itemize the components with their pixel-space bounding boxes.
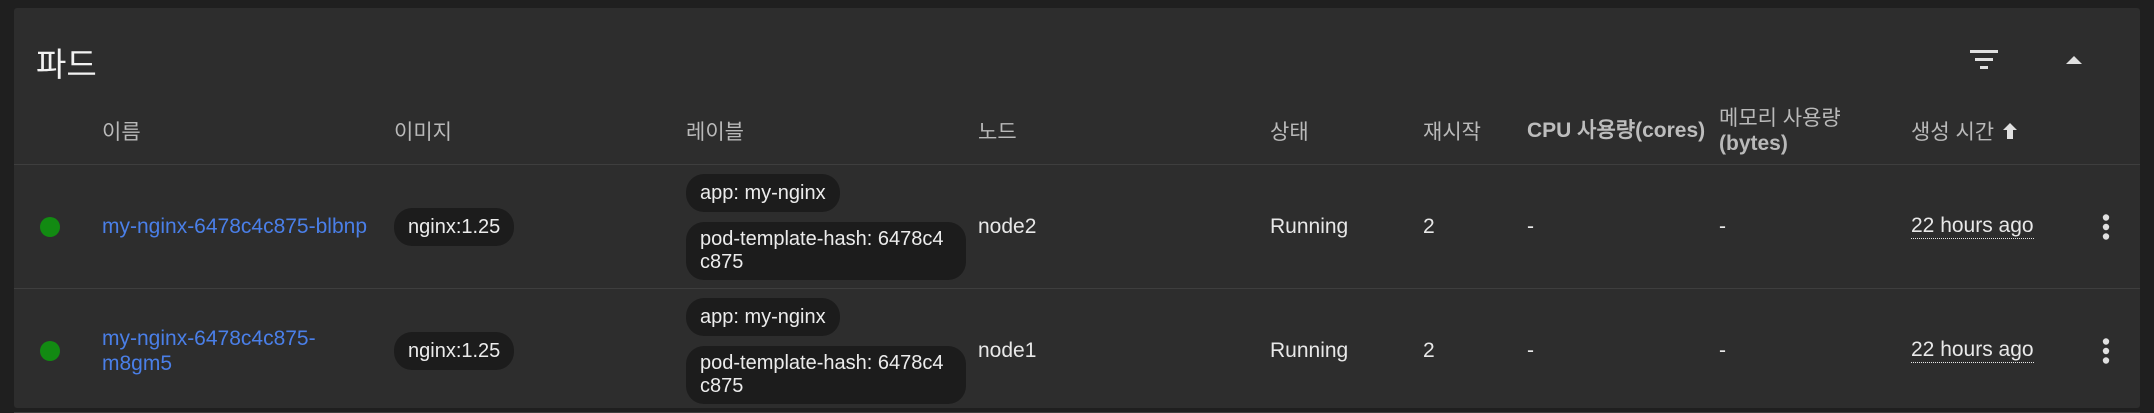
label-chip: pod-template-hash: 6478c4c875 [686,221,966,280]
row-actions-button[interactable] [2086,289,2126,412]
column-header-memory[interactable]: 메모리 사용량 (bytes) [1719,98,1841,164]
collapse-button[interactable] [2046,32,2102,88]
column-header-restarts[interactable]: 재시작 [1423,98,1481,164]
card-header: 파드 [14,8,2140,98]
restarts-cell: 2 [1423,338,1435,362]
pod-name-cell: my-nginx-6478c4c875-m8gm5 [102,289,347,412]
sort-ascending-icon [2002,122,2018,140]
memory-cell: - [1719,338,1726,362]
created-cell: 22 hours ago [1911,289,2034,412]
labels-cell: app: my-nginx pod-template-hash: 6478c4c… [686,165,966,288]
status-cell: Running [1270,338,1349,362]
label-chip: app: my-nginx [686,297,840,336]
column-header-memory-unit: (bytes) [1719,132,1788,155]
filter-button[interactable] [1956,32,2012,88]
image-cell: nginx:1.25 [394,289,515,412]
table-header: 이름 이미지 레이블 노드 상태 재시작 CPU 사용량(cores) 메모리 … [14,98,2140,165]
column-header-status[interactable]: 상태 [1270,98,1309,164]
column-header-image[interactable]: 이미지 [394,98,452,164]
image-chip: nginx:1.25 [394,331,515,370]
status-cell: Running [1270,214,1349,238]
column-header-created[interactable]: 생성 시간 [1911,98,2018,164]
column-header-cpu[interactable]: CPU 사용량(cores) [1527,98,1705,164]
pods-table: 이름 이미지 레이블 노드 상태 재시작 CPU 사용량(cores) 메모리 … [14,98,2140,413]
created-age[interactable]: 22 hours ago [1911,338,2034,363]
status-dot-icon [40,340,60,361]
more-vert-icon [2102,337,2110,364]
filter-icon [1970,50,1998,69]
label-chip: pod-template-hash: 6478c4c875 [686,345,966,404]
cpu-cell: - [1527,338,1534,362]
table-row: my-nginx-6478c4c875-blbnp nginx:1.25 app… [14,165,2140,289]
column-header-memory-label: 메모리 사용량 [1719,107,1841,130]
node-cell: node2 [978,214,1037,238]
status-indicator [40,289,60,412]
pod-name-link[interactable]: my-nginx-6478c4c875-blbnp [102,214,367,239]
cpu-cell: - [1527,214,1534,238]
image-cell: nginx:1.25 [394,165,515,288]
card-title: 파드 [36,46,97,83]
column-header-created-label: 생성 시간 [1911,121,1995,144]
status-dot-icon [40,216,60,237]
column-header-labels[interactable]: 레이블 [686,98,744,164]
column-header-node[interactable]: 노드 [978,98,1017,164]
memory-cell: - [1719,214,1726,238]
pod-name-cell: my-nginx-6478c4c875-blbnp [102,165,367,288]
collapse-up-icon [2066,56,2082,64]
labels-cell: app: my-nginx pod-template-hash: 6478c4c… [686,289,966,412]
pods-card: 파드 이름 이미지 레이블 노드 상태 재시작 CPU 사용량(cores) 메… [14,8,2140,413]
column-header-name[interactable]: 이름 [102,98,141,164]
pod-name-link[interactable]: my-nginx-6478c4c875-m8gm5 [102,326,327,376]
created-cell: 22 hours ago [1911,165,2034,288]
node-cell: node1 [978,338,1037,362]
status-indicator [40,165,60,288]
created-age[interactable]: 22 hours ago [1911,214,2034,239]
table-row: my-nginx-6478c4c875-m8gm5 nginx:1.25 app… [14,289,2140,413]
restarts-cell: 2 [1423,214,1435,238]
label-chip: app: my-nginx [686,173,840,212]
image-chip: nginx:1.25 [394,207,515,246]
more-vert-icon [2102,213,2110,240]
row-actions-button[interactable] [2086,165,2126,288]
